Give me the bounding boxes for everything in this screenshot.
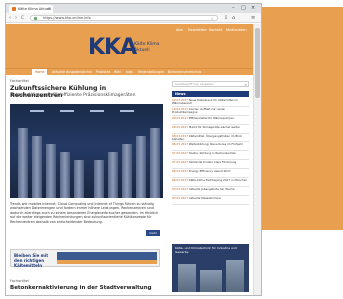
news-item[interactable]: 08.03.2017 Weiterbildung: Neue Kurse im … <box>172 142 249 152</box>
search-input[interactable]: Suchbegriff hier eingeben ⌕ <box>172 81 249 87</box>
news-header: News <box>172 91 249 97</box>
section-label: Fachartikel <box>10 79 29 83</box>
news-item[interactable]: 03.03.2017 Aktuelle Messetermine <box>172 196 249 205</box>
back-icon[interactable]: ‹ <box>9 13 11 23</box>
tab-close-icon[interactable]: × <box>48 5 51 13</box>
read-more-button[interactable]: mehr <box>146 230 160 236</box>
minimize-icon[interactable]: – <box>232 4 235 13</box>
news-item[interactable]: 07.03.2017 Studie: Kühlung in Rechenzent… <box>172 151 249 161</box>
search-icon[interactable]: ⌕ <box>245 82 247 87</box>
header-link-mediadaten[interactable]: Mediadaten <box>226 28 247 32</box>
browser-window: Kälte Klima Aktuell × – □ × ‹ › C https:… <box>5 3 262 296</box>
tab-bar: Kälte Klima Aktuell × – □ × <box>6 4 261 13</box>
bookmark-star-icon[interactable]: ☆ <box>210 16 214 21</box>
page-scrollbar[interactable] <box>253 24 261 295</box>
header-link-abo[interactable]: Abo <box>176 28 183 32</box>
news-item[interactable]: 10.03.2017 Neue Datenbank für Kältemitte… <box>172 98 249 107</box>
window-close-icon[interactable]: × <box>251 4 255 13</box>
article-title-2[interactable]: Betonkernaktivierung in der Stadtverwalt… <box>10 285 170 291</box>
ad-banner-text: Bleiben Sie mit den richtigen Kältemitte… <box>14 253 49 268</box>
nav-aktuelle-ausgaben[interactable]: Aktuelle Ausgaben <box>52 69 82 76</box>
news-item[interactable]: 10.03.2017 Carrier: Auftakt zur neuen Pr… <box>172 107 249 116</box>
news-header-label: News <box>175 92 186 96</box>
nav-wiki[interactable]: Wiki <box>114 69 121 76</box>
sidebar-ad-text: Kälte- und Klimatechnik für Industrie un… <box>175 246 237 254</box>
ad-banner[interactable]: Bleiben Sie mit den richtigen Kältemitte… <box>10 249 160 268</box>
header-link-kontakt[interactable]: Kontakt <box>209 28 222 32</box>
news-item[interactable]: 06.03.2017 Kälte-Klima-Fachtagung 2017 i… <box>172 178 249 187</box>
home-icon[interactable]: ⌂ <box>232 13 235 23</box>
lock-icon <box>34 17 37 20</box>
search-placeholder: Suchbegriff hier eingeben <box>175 82 214 86</box>
news-item[interactable]: 09.03.2017 Markt für Klimageräte wächst … <box>172 125 249 134</box>
browser-tab[interactable]: Kälte Klima Aktuell × <box>9 5 53 13</box>
address-bar[interactable]: https://www.kka-online.info ☆ <box>30 15 218 21</box>
article-subtitle: Netzwerklösungen für effiziente Präzisio… <box>10 93 136 98</box>
url-text: https://www.kka-online.info <box>43 16 91 20</box>
news-item[interactable]: 06.03.2017 Energy Efficiency Award 2017 <box>172 169 249 179</box>
forward-icon[interactable]: › <box>15 13 17 23</box>
background-orange-panel <box>260 7 343 230</box>
nav-archiv[interactable]: Archiv <box>82 69 92 76</box>
reload-icon[interactable]: C <box>21 13 24 23</box>
news-item[interactable]: 09.03.2017 Effizienzlabel für Wärmepumpe… <box>172 116 249 125</box>
site-logo-subtitle: Kälte Klima Aktuell <box>134 42 159 53</box>
logo-sub-line2: Aktuell <box>134 47 150 53</box>
download-icon[interactable]: ⇩ <box>224 13 228 23</box>
section-label-2: Fachartikel <box>10 279 29 283</box>
nav-home[interactable]: Home <box>32 69 48 76</box>
tab-title: Kälte Klima Aktuell <box>18 7 52 11</box>
main-nav: Home Aktuelle Ausgaben Archiv Produkte W… <box>6 68 253 76</box>
news-list: 10.03.2017 Neue Datenbank für Kältemitte… <box>172 98 249 205</box>
news-item[interactable]: 08.03.2017 Kältemittel: Übergangsfristen… <box>172 134 249 143</box>
maximize-icon[interactable]: □ <box>241 4 246 13</box>
nav-branchenverzeichnis[interactable]: Branchenverzeichnis <box>168 69 201 76</box>
article-teaser: Trends wie mobiles Internet, Cloud Compu… <box>10 202 158 224</box>
article-image[interactable] <box>10 104 163 198</box>
logo-sub-line1: Kälte Klima <box>134 42 160 47</box>
ad-banner-stripe <box>57 260 157 264</box>
favicon-icon <box>12 7 16 11</box>
news-item[interactable]: 03.03.2017 Aktuelle Jobangebote der Woch… <box>172 187 249 196</box>
sidebar-ad[interactable]: Kälte- und Klimatechnik für Industrie un… <box>172 244 249 292</box>
nav-produkte[interactable]: Produkte <box>96 69 110 76</box>
browser-toolbar: ‹ › C https://www.kka-online.info ☆ ⇩ ⌂ … <box>6 13 261 23</box>
scrollbar-thumb[interactable] <box>255 28 260 98</box>
nav-jobs[interactable]: Jobs <box>126 69 133 76</box>
site-logo[interactable]: KKA <box>88 37 137 59</box>
header-link-newsletter[interactable]: Newsletter <box>188 28 207 32</box>
news-item[interactable]: 07.03.2017 Verbände fordern klare Förder… <box>172 160 249 170</box>
menu-icon[interactable]: ≡ <box>251 13 255 23</box>
nav-veranstaltungen[interactable]: Veranstaltungen <box>138 69 164 76</box>
site-header: Abo Newsletter Kontakt Mediadaten KKA Kä… <box>6 24 253 68</box>
web-page: Abo Newsletter Kontakt Mediadaten KKA Kä… <box>6 24 253 295</box>
